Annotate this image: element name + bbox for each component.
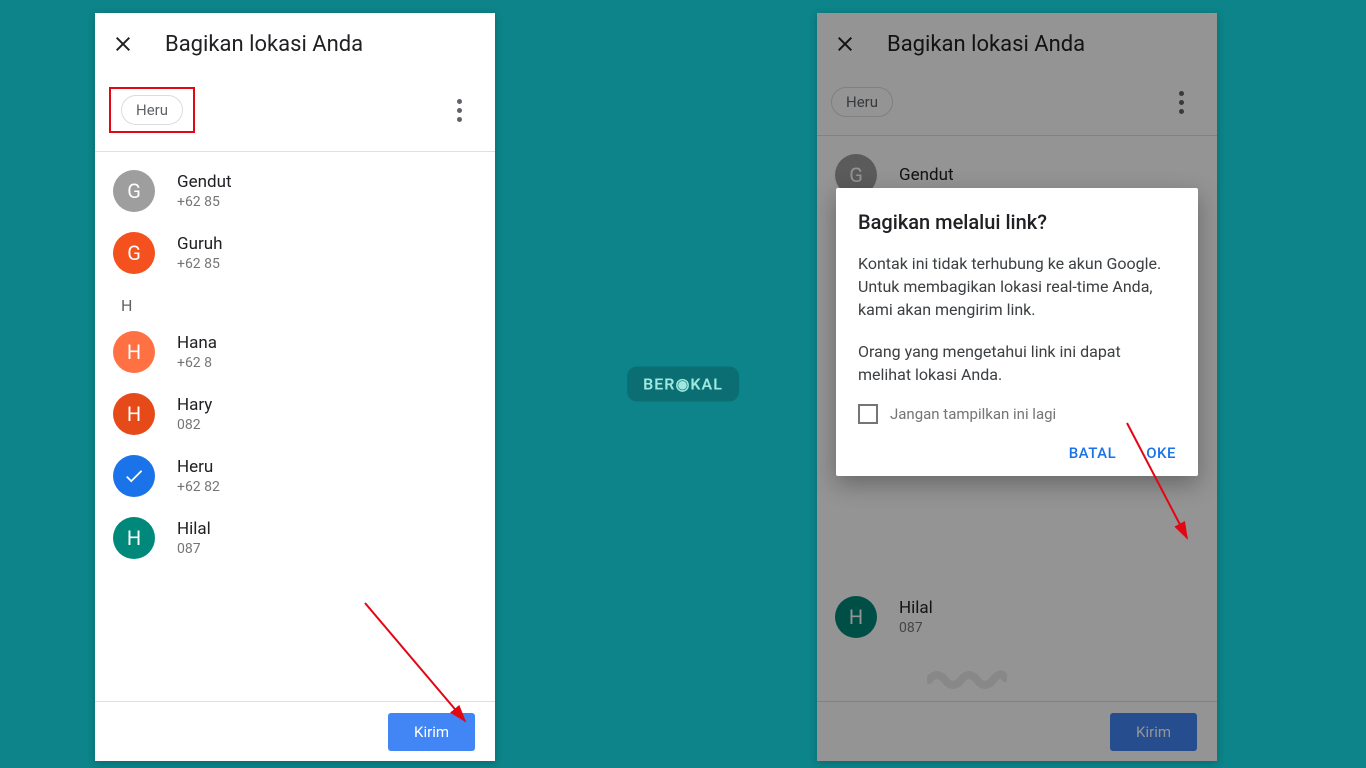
selected-chip-row: Heru bbox=[95, 75, 495, 151]
watermark-logo: BER◉KAL bbox=[627, 367, 739, 402]
header: Bagikan lokasi Anda bbox=[95, 13, 495, 75]
contact-item[interactable]: H Hana +62 8 bbox=[95, 321, 495, 383]
share-link-dialog: Bagikan melalui link? Kontak ini tidak t… bbox=[836, 188, 1198, 476]
contact-item[interactable]: G Gendut +62 85 bbox=[95, 160, 495, 222]
cancel-button[interactable]: BATAL bbox=[1069, 444, 1117, 462]
checkbox-row[interactable]: Jangan tampilkan ini lagi bbox=[858, 404, 1176, 424]
contact-name: Guruh bbox=[177, 234, 222, 254]
check-icon bbox=[113, 455, 155, 497]
redaction-scribble bbox=[927, 668, 997, 688]
highlight-annotation: Heru bbox=[109, 87, 195, 133]
contact-name: Heru bbox=[177, 457, 220, 477]
contact-name: Hana bbox=[177, 333, 217, 353]
contact-item[interactable]: G Guruh +62 85 bbox=[95, 222, 495, 284]
contact-item-selected[interactable]: Heru +62 82 bbox=[95, 445, 495, 507]
contact-phone: 082 bbox=[177, 417, 212, 433]
checkbox-icon[interactable] bbox=[858, 404, 878, 424]
page-title: Bagikan lokasi Anda bbox=[165, 32, 363, 57]
dialog-text: Kontak ini tidak terhubung ke akun Googl… bbox=[858, 252, 1176, 322]
avatar: H bbox=[113, 331, 155, 373]
dialog-text: Orang yang mengetahui link ini dapat mel… bbox=[858, 340, 1176, 386]
avatar: H bbox=[113, 393, 155, 435]
avatar: G bbox=[113, 232, 155, 274]
phone-screen-left: Bagikan lokasi Anda Heru G Gendut +62 85… bbox=[95, 13, 495, 761]
section-header: H bbox=[95, 284, 495, 321]
contact-phone: +62 85 bbox=[177, 256, 222, 272]
dialog-actions: BATAL OKE bbox=[858, 444, 1176, 462]
contact-phone: +62 85 bbox=[177, 194, 232, 210]
contact-phone: +62 82 bbox=[177, 479, 220, 495]
contact-name: Hilal bbox=[177, 519, 211, 539]
dialog-title: Bagikan melalui link? bbox=[858, 210, 1176, 234]
contact-item[interactable]: H Hary 082 bbox=[95, 383, 495, 445]
send-button[interactable]: Kirim bbox=[388, 713, 475, 751]
contact-item[interactable]: H Hilal 087 bbox=[95, 507, 495, 569]
ok-button[interactable]: OKE bbox=[1146, 444, 1176, 462]
contact-name: Hary bbox=[177, 395, 212, 415]
contact-list: G Gendut +62 85 G Guruh +62 85 H H Hana … bbox=[95, 152, 495, 577]
avatar: G bbox=[113, 170, 155, 212]
checkbox-label: Jangan tampilkan ini lagi bbox=[890, 405, 1056, 423]
phone-screen-right: Bagikan lokasi Anda Heru G Gendut H Hila… bbox=[817, 13, 1217, 761]
contact-chip[interactable]: Heru bbox=[121, 95, 183, 125]
contact-phone: 087 bbox=[177, 541, 211, 557]
more-vert-icon[interactable] bbox=[447, 98, 471, 122]
close-icon[interactable] bbox=[111, 32, 135, 56]
bottom-bar: Kirim bbox=[95, 701, 495, 761]
avatar: H bbox=[113, 517, 155, 559]
contact-name: Gendut bbox=[177, 172, 232, 192]
contact-phone: +62 8 bbox=[177, 355, 217, 371]
